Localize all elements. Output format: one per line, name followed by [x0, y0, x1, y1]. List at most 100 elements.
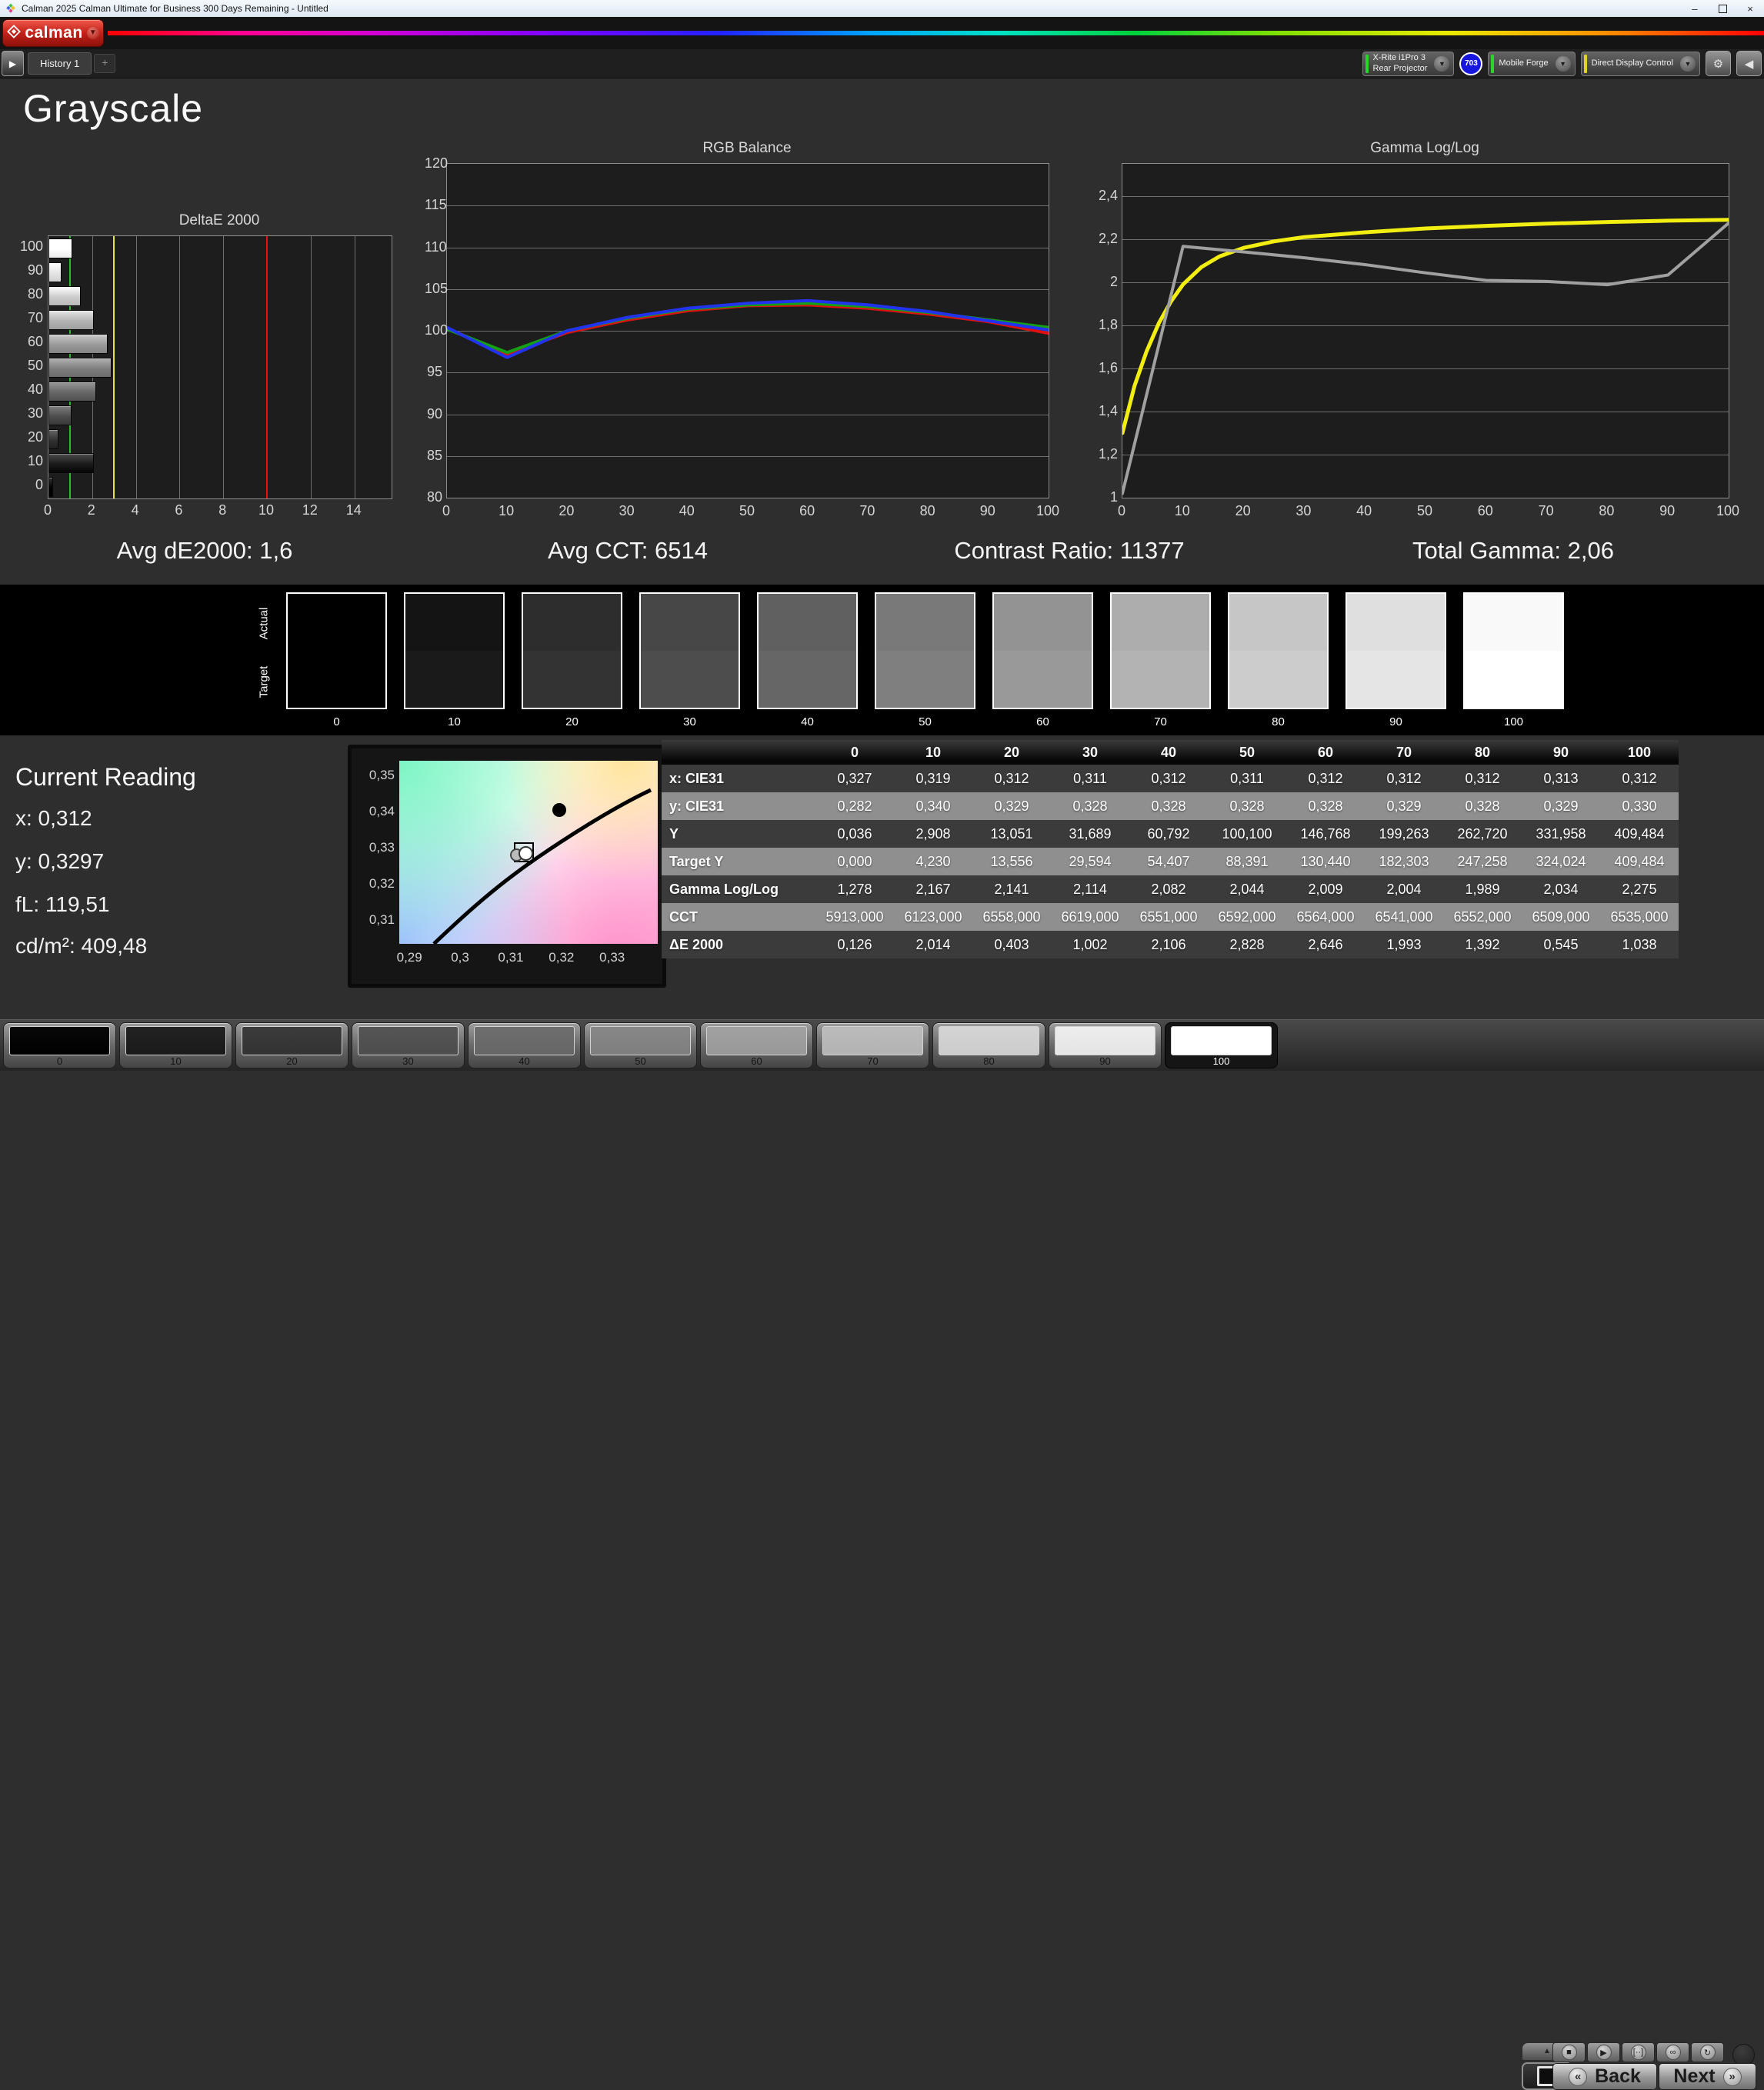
- swatch-level-label: 50: [919, 715, 932, 728]
- expand-history-button[interactable]: ▶: [2, 51, 24, 76]
- level-label: 60: [751, 1055, 762, 1067]
- rgb_balance-lines: [447, 298, 1049, 359]
- meter-status-stripe: [1491, 54, 1495, 73]
- pattern-level-button-10[interactable]: 10: [119, 1022, 232, 1068]
- back-button[interactable]: « Back: [1552, 2063, 1657, 2090]
- x-axis-tick-label: 60: [799, 503, 815, 518]
- cie-x-tick-label: 0,33: [599, 950, 625, 965]
- table-column-header: 10: [894, 740, 972, 765]
- level-color-patch: [125, 1026, 226, 1055]
- chevron-down-icon: ▼: [86, 27, 99, 39]
- meter-bar: X-Rite i1Pro 3 Rear Projector ▼ 703 Mobi…: [1362, 51, 1762, 76]
- play-button[interactable]: ▶: [1587, 2042, 1620, 2062]
- gear-icon: ⚙: [1712, 57, 1724, 71]
- tab-row: ▶ History 1 + X-Rite i1Pro 3 Rear Projec…: [0, 49, 1764, 78]
- pattern-level-button-20[interactable]: 20: [235, 1022, 348, 1068]
- pattern-level-button-40[interactable]: 40: [468, 1022, 581, 1068]
- swatch-level-label: 70: [1154, 715, 1167, 728]
- calman-logo-icon: [7, 24, 22, 42]
- table-cell: 0,328: [1129, 792, 1208, 820]
- target-half: [1347, 651, 1445, 708]
- maximize-icon[interactable]: [1709, 0, 1736, 17]
- read-series-button[interactable]: [··]: [1622, 2042, 1655, 2062]
- x-axis-tick-label: 80: [1599, 503, 1615, 518]
- x-axis-tick-label: 100: [1035, 503, 1060, 518]
- y-axis-tick-label: 0: [35, 477, 43, 492]
- table-cell: 0,340: [894, 792, 972, 820]
- refresh-button[interactable]: ↻: [1691, 2042, 1724, 2062]
- pattern-level-button-70[interactable]: 70: [816, 1022, 929, 1068]
- meter-status-stripe: [1365, 54, 1369, 73]
- pattern-level-button-0[interactable]: 0: [3, 1022, 116, 1068]
- x-axis-tick-label: 90: [979, 503, 995, 518]
- back-label: Back: [1595, 2065, 1641, 2087]
- meter-dropdown-xrite[interactable]: X-Rite i1Pro 3 Rear Projector ▼: [1362, 51, 1455, 76]
- swatch-level-label: 0: [333, 715, 340, 728]
- pattern-level-button-90[interactable]: 90: [1049, 1022, 1162, 1068]
- table-cell: 0,328: [1051, 792, 1129, 820]
- table-cell: 182,303: [1365, 848, 1443, 875]
- level-color-patch: [590, 1026, 691, 1055]
- x-axis-tick-label: 100: [1716, 503, 1740, 518]
- close-icon[interactable]: ×: [1736, 0, 1764, 17]
- cie-plot-area: [399, 761, 658, 944]
- table-column-header: 50: [1208, 740, 1286, 765]
- table-cell: 2,646: [1286, 931, 1365, 958]
- cie-y-tick-label: 0,35: [368, 767, 395, 782]
- grayscale-swatch: [757, 592, 858, 709]
- table-cell: 0,036: [815, 820, 894, 848]
- target-half: [759, 651, 856, 708]
- reference-white-dot: [552, 802, 566, 817]
- pattern-level-button-60[interactable]: 60: [700, 1022, 813, 1068]
- table-column-header: 80: [1443, 740, 1522, 765]
- gamma-chart-title: Gamma Log/Log: [1370, 140, 1479, 156]
- stop-button[interactable]: ■: [1552, 2042, 1586, 2062]
- x-axis-tick-label: 0: [1117, 503, 1125, 518]
- table-cell: 0,329: [972, 792, 1051, 820]
- pattern-level-button-80[interactable]: 80: [932, 1022, 1045, 1068]
- y-axis-tick-label: 50: [27, 358, 43, 373]
- calman-menu-button[interactable]: calman ▼: [2, 19, 104, 47]
- tab-history-1[interactable]: History 1: [28, 52, 92, 75]
- level-label: 50: [635, 1055, 646, 1067]
- grayscale-swatch: [1110, 592, 1211, 709]
- settings-button[interactable]: ⚙: [1706, 51, 1731, 76]
- reading-x: x: 0,312: [15, 806, 92, 830]
- x-axis-tick-label: 6: [175, 502, 183, 518]
- target-reference-line: [266, 236, 268, 498]
- meter-mode-badge[interactable]: 703: [1459, 52, 1483, 75]
- grayscale-swatch: [639, 592, 740, 709]
- deltae-bar: [48, 310, 94, 330]
- table-column-header: [662, 740, 815, 765]
- Target-line: [1122, 218, 1729, 435]
- minimize-icon[interactable]: –: [1681, 0, 1709, 17]
- deltae-bar: [48, 429, 59, 449]
- table-cell: 0,329: [1522, 792, 1600, 820]
- pattern-level-button-30[interactable]: 30: [352, 1022, 465, 1068]
- series-icon: [··]: [1630, 2045, 1646, 2060]
- collapse-panel-button[interactable]: ◀: [1736, 51, 1762, 76]
- add-tab-button[interactable]: +: [94, 54, 116, 73]
- grayscale-swatch: [286, 592, 387, 709]
- window-title: Calman 2025 Calman Ultimate for Business…: [22, 3, 328, 14]
- level-color-patch: [1171, 1026, 1272, 1055]
- x-axis-tick-label: 40: [679, 503, 695, 518]
- pattern-level-button-50[interactable]: 50: [584, 1022, 697, 1068]
- read-continuous-button[interactable]: ∞: [1656, 2042, 1689, 2062]
- target-half: [994, 651, 1092, 708]
- y-axis-tick-label: 90: [426, 405, 442, 422]
- table-cell: 0,312: [1129, 765, 1208, 792]
- gamma-loglog-chart: Gamma Log/Log 1 1,2 1,4 1,6 1,8 2 2,2 2,4 0 10 20 3…: [1099, 140, 1739, 528]
- meter-dropdown-display-control[interactable]: Direct Display Control ▼: [1580, 51, 1700, 76]
- swatch-level-label: 30: [683, 715, 696, 728]
- cie-x-tick-label: 0,32: [549, 950, 575, 965]
- table-cell: 0,545: [1522, 931, 1600, 958]
- x-axis-tick-label: 40: [1356, 503, 1372, 518]
- next-button[interactable]: Next »: [1659, 2063, 1756, 2090]
- level-label: 20: [286, 1055, 298, 1067]
- meter-dropdown-source[interactable]: Mobile Forge ▼: [1488, 51, 1576, 76]
- table-cell: 6619,000: [1051, 903, 1129, 931]
- y-axis-tick-label: 85: [426, 447, 442, 463]
- pattern-level-button-100[interactable]: 100: [1165, 1022, 1278, 1068]
- current-reading-title: Current Reading: [15, 763, 196, 791]
